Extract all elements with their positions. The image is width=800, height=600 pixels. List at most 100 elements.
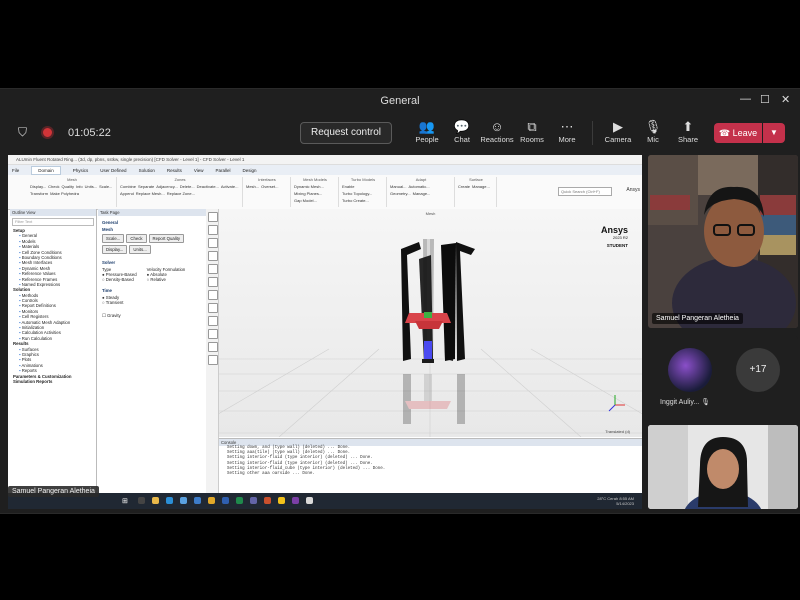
ribbon-button[interactable]: Gap Model... xyxy=(294,198,317,203)
mail-icon[interactable] xyxy=(194,497,201,504)
menu-tab[interactable]: Physics xyxy=(73,168,89,173)
tree-section[interactable]: Simulation Reports xyxy=(10,379,96,384)
ribbon-button[interactable]: Create xyxy=(458,184,470,189)
mesh-button[interactable]: Scale... xyxy=(102,234,125,243)
quick-search-input[interactable]: Quick Search (Ctrl+F) xyxy=(558,187,612,196)
probe-tool-icon[interactable] xyxy=(208,303,218,313)
mic-button[interactable]: 🎙 Mic xyxy=(635,119,671,144)
ribbon-button[interactable]: Transform xyxy=(30,191,48,196)
settings-tool-icon[interactable] xyxy=(208,355,218,365)
outline-filter-input[interactable]: Filter Text xyxy=(12,218,94,226)
ribbon-button[interactable]: Combine xyxy=(120,184,136,189)
ribbon-button[interactable]: Check xyxy=(48,184,59,189)
ribbon-button[interactable]: Automatic... xyxy=(408,184,429,189)
ribbon-button[interactable]: Mixing Planes... xyxy=(294,191,322,196)
leave-dropdown-button[interactable]: ▼ xyxy=(763,123,785,143)
ansys-app-icon[interactable] xyxy=(278,497,285,504)
fit-tool-icon[interactable] xyxy=(208,277,218,287)
graphics-viewport[interactable]: Mesh Ansys 2023 R2 STUDENT Translated (d… xyxy=(219,209,642,437)
more-button[interactable]: ⋯ More xyxy=(549,119,585,144)
ribbon-button[interactable]: Manage... xyxy=(472,184,490,189)
ribbon-button[interactable]: Display... xyxy=(30,184,46,189)
store-icon[interactable] xyxy=(180,497,187,504)
ribbon-button[interactable]: Replace Mesh... xyxy=(136,191,165,196)
ribbon-button[interactable]: Info xyxy=(76,184,83,189)
menu-tab[interactable]: Parallel xyxy=(216,168,231,173)
mesh-button[interactable]: Check xyxy=(126,234,147,243)
time-radio-transient[interactable]: Transient xyxy=(102,300,202,305)
fluent-app-icon[interactable] xyxy=(306,497,313,504)
ribbon-button[interactable]: Delete... xyxy=(180,184,195,189)
ribbon-button[interactable]: Mesh... xyxy=(246,184,259,189)
ribbon-button[interactable]: Separate xyxy=(138,184,154,189)
menu-tab[interactable]: User Defined xyxy=(100,168,126,173)
menu-tab[interactable]: Solution xyxy=(139,168,155,173)
type-radio-density[interactable]: Density-Based xyxy=(102,277,137,282)
ribbon-button[interactable]: Quality xyxy=(62,184,74,189)
ribbon-button[interactable]: Make Polyhedra xyxy=(50,191,79,196)
maximize-icon[interactable]: ☐ xyxy=(760,93,770,106)
ribbon-button[interactable]: Manual... xyxy=(390,184,406,189)
file-explorer-icon[interactable] xyxy=(152,497,159,504)
ribbon-button[interactable]: Append xyxy=(120,191,134,196)
ribbon-button[interactable]: Overset... xyxy=(261,184,278,189)
ribbon-button[interactable]: Manage... xyxy=(413,191,431,196)
gravity-checkbox[interactable]: ☐ Gravity xyxy=(102,313,202,319)
lighting-icon[interactable] xyxy=(208,342,218,352)
participant-tile-samuel[interactable]: Samuel Pangeran Aletheia xyxy=(648,155,798,328)
share-button[interactable]: ⬆ Share xyxy=(670,119,706,144)
rotate-tool-icon[interactable] xyxy=(208,225,218,235)
close-icon[interactable]: ✕ xyxy=(781,93,790,106)
teams-icon[interactable] xyxy=(250,497,257,504)
excel-icon[interactable] xyxy=(236,497,243,504)
minimize-icon[interactable]: — xyxy=(740,93,751,105)
mesh-button[interactable]: Units... xyxy=(129,245,151,254)
search-app-icon[interactable] xyxy=(138,497,145,504)
menu-tab[interactable]: View xyxy=(194,168,204,173)
more-participants-button[interactable]: +17 xyxy=(736,348,780,392)
menu-tab[interactable]: Results xyxy=(167,168,182,173)
participant-avatar[interactable] xyxy=(668,348,712,392)
reactions-button[interactable]: ☺ Reactions xyxy=(479,119,515,144)
ribbon-button[interactable]: Enable xyxy=(342,184,354,189)
menu-tab[interactable]: Domain xyxy=(31,165,61,175)
ribbon-button[interactable]: Geometry... xyxy=(390,191,411,196)
pointer-tool-icon[interactable] xyxy=(208,212,218,222)
velocity-radio-relative[interactable]: Relative xyxy=(147,277,186,282)
menu-tab[interactable]: Design xyxy=(243,168,257,173)
chat-button[interactable]: 💬 Chat xyxy=(444,119,480,144)
shield-icon[interactable]: ⛉ xyxy=(18,125,27,140)
pan-tool-icon[interactable] xyxy=(208,238,218,248)
onenote-icon[interactable] xyxy=(292,497,299,504)
windows-start-icon[interactable]: ⊞ xyxy=(122,497,128,505)
zoom-box-tool-icon[interactable] xyxy=(208,264,218,274)
leave-button[interactable]: ☎ Leave xyxy=(714,123,762,143)
reactions-icon: ☺ xyxy=(490,119,504,134)
mesh-button[interactable]: Display... xyxy=(102,245,128,254)
word-icon[interactable] xyxy=(222,497,229,504)
ribbon-button[interactable]: Adjacency... xyxy=(156,184,178,189)
toolbar-divider xyxy=(592,121,593,145)
ribbon-button[interactable]: Scale... xyxy=(99,184,112,189)
ribbon-button[interactable]: Deactivate... xyxy=(197,184,219,189)
powerpoint-icon[interactable] xyxy=(264,497,271,504)
mesh-button[interactable]: Report Quality xyxy=(148,234,184,243)
rooms-button[interactable]: ⧉ Rooms xyxy=(514,119,550,144)
zoom-tool-icon[interactable] xyxy=(208,251,218,261)
ribbon-button[interactable]: Units... xyxy=(85,184,97,189)
isometric-view-icon[interactable] xyxy=(208,316,218,326)
participant-tile-video[interactable] xyxy=(648,425,798,509)
ribbon-button[interactable]: Turbo Create... xyxy=(342,198,369,203)
ribbon-button[interactable]: Dynamic Mesh... xyxy=(294,184,324,189)
menu-tab[interactable]: File xyxy=(12,168,19,173)
ribbon-button[interactable]: Replace Zone... xyxy=(167,191,195,196)
people-button[interactable]: 👥 People xyxy=(409,119,445,144)
request-control-button[interactable]: Request control xyxy=(300,122,392,144)
select-tool-icon[interactable] xyxy=(208,290,218,300)
ribbon-button[interactable]: Turbo Topology... xyxy=(342,191,372,196)
camera-button[interactable]: ▶ Camera xyxy=(600,119,636,144)
edge-icon[interactable] xyxy=(166,497,173,504)
chrome-icon[interactable] xyxy=(208,497,215,504)
view-front-icon[interactable] xyxy=(208,329,218,339)
ribbon-button[interactable]: Activate... xyxy=(221,184,239,189)
